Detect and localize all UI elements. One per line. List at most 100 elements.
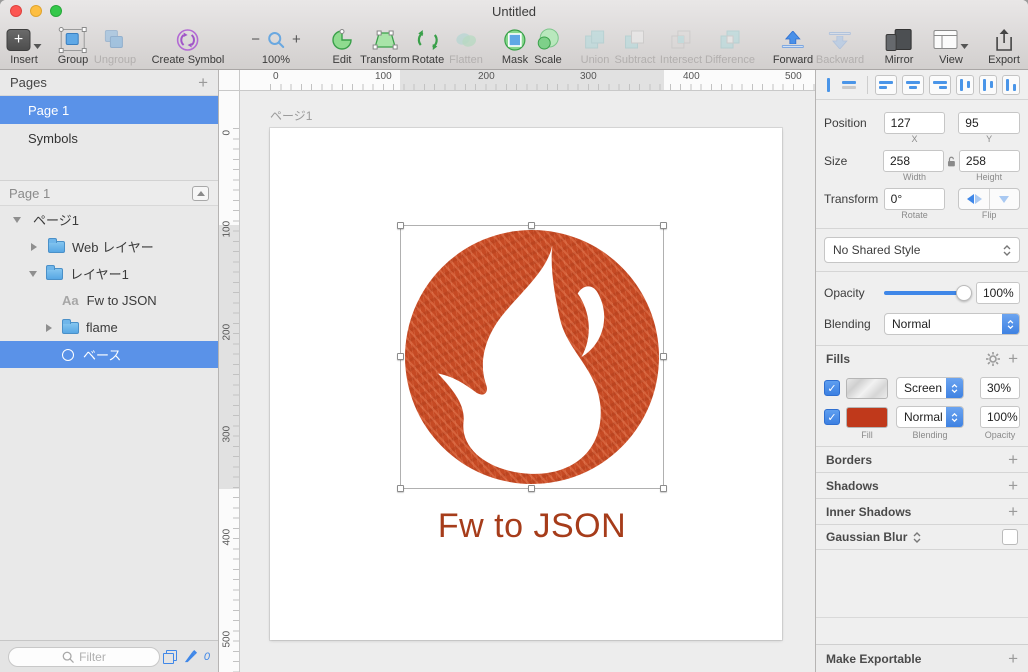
fill-enabled-checkbox[interactable]: ✓	[824, 380, 840, 396]
flip-vertical-button[interactable]	[989, 189, 1019, 209]
texture-fill-swatch[interactable]	[846, 378, 888, 399]
ruler-tick-label: 400	[222, 534, 233, 546]
ruler-tick-label: 300	[222, 431, 233, 443]
layer-row-artboard[interactable]: ページ1	[0, 206, 218, 233]
edit-button[interactable]: Edit	[330, 26, 354, 70]
add-shadow-button[interactable]: +	[1008, 476, 1018, 496]
rotate-field[interactable]: 0°	[884, 188, 946, 210]
vertical-ruler[interactable]: 0 100 200 300 400 500	[219, 91, 240, 672]
distribute-horizontally-button[interactable]	[824, 75, 834, 95]
add-fill-button[interactable]: +	[1008, 349, 1018, 369]
add-page-button[interactable]: +	[198, 73, 208, 93]
size-width-field[interactable]: 258	[883, 150, 944, 172]
window-title: Untitled	[0, 4, 1028, 19]
group-button[interactable]: Group	[58, 26, 89, 70]
disclosure-open-icon[interactable]	[13, 217, 21, 223]
gaussian-blur-checkbox[interactable]	[1002, 529, 1018, 545]
lock-icon[interactable]	[947, 156, 956, 167]
zoom-out-icon[interactable]: −	[251, 31, 260, 48]
slices-toggle-icon[interactable]	[163, 650, 177, 664]
align-top-button[interactable]	[956, 75, 974, 95]
resize-handle[interactable]	[397, 485, 404, 492]
flip-control[interactable]	[958, 188, 1020, 210]
opacity-value-field[interactable]: 100%	[976, 282, 1020, 304]
create-symbol-button[interactable]: Create Symbol	[152, 26, 225, 70]
size-height-field[interactable]: 258	[959, 150, 1020, 172]
add-export-button[interactable]: +	[1008, 649, 1018, 669]
ruler-tick-label: 500	[222, 636, 233, 648]
position-x-field[interactable]: 127	[884, 112, 946, 134]
align-left-button[interactable]	[875, 75, 897, 95]
rotate-button[interactable]: Rotate	[412, 26, 444, 70]
layer-list-header: Page 1	[0, 180, 218, 206]
align-bottom-button[interactable]	[1002, 75, 1020, 95]
fill-blending-select[interactable]: Screen	[896, 377, 964, 399]
zoom-control[interactable]: − + 100%	[251, 26, 301, 70]
layer-row-web-layer[interactable]: Web レイヤー	[0, 233, 218, 260]
titlebar[interactable]: Untitled	[0, 0, 1028, 22]
align-middle-v-button[interactable]	[979, 75, 997, 95]
insert-button[interactable]: + Insert	[7, 26, 42, 70]
page-item-symbols[interactable]: Symbols	[0, 124, 218, 152]
folder-icon	[46, 268, 63, 280]
selection-box[interactable]	[400, 225, 664, 489]
artboard-preview-toggle[interactable]	[192, 186, 209, 201]
export-icon	[994, 26, 1014, 53]
horizontal-ruler[interactable]: 0 100 200 300 400 500	[240, 70, 815, 91]
fill-enabled-checkbox[interactable]: ✓	[824, 409, 840, 425]
align-right-button[interactable]	[929, 75, 951, 95]
layer-row-fw-to-json[interactable]: Aa Fw to JSON	[0, 287, 218, 314]
export-button[interactable]: Export	[988, 26, 1020, 70]
view-button[interactable]: View	[934, 26, 969, 70]
resize-handle[interactable]	[397, 353, 404, 360]
transform-button[interactable]: Transform	[360, 26, 410, 70]
fill-opacity-field[interactable]: 100%	[980, 406, 1020, 428]
group-icon	[60, 28, 86, 52]
forward-button[interactable]: Forward	[773, 26, 813, 70]
disclosure-open-icon[interactable]	[29, 271, 37, 277]
add-border-button[interactable]: +	[1008, 450, 1018, 470]
resize-handle[interactable]	[528, 485, 535, 492]
resize-handle[interactable]	[660, 222, 667, 229]
resize-handle[interactable]	[660, 353, 667, 360]
disclosure-closed-icon[interactable]	[31, 243, 37, 251]
shared-style-select[interactable]: No Shared Style	[824, 237, 1020, 263]
scale-button[interactable]: Scale	[534, 26, 562, 70]
align-center-h-button[interactable]	[902, 75, 924, 95]
pen-icon[interactable]	[183, 649, 198, 664]
artboard-title[interactable]: ページ1	[270, 107, 312, 124]
inner-shadows-header: Inner Shadows +	[816, 498, 1028, 524]
flip-horizontal-button[interactable]	[959, 189, 988, 209]
chevron-down-icon	[34, 44, 42, 49]
filter-input[interactable]: Filter	[8, 647, 160, 667]
opacity-row: Opacity 100%	[816, 282, 1028, 304]
ruler-tick-label: 300	[580, 71, 597, 82]
color-fill-swatch[interactable]	[846, 407, 888, 428]
distribute-vertically-button[interactable]	[839, 75, 859, 95]
position-y-field[interactable]: 95	[958, 112, 1020, 134]
gear-icon[interactable]	[986, 352, 1000, 366]
blending-select[interactable]: Normal	[884, 313, 1020, 335]
fill-blending-select[interactable]: Normal	[896, 406, 964, 428]
mirror-button[interactable]: Mirror	[885, 26, 914, 70]
opacity-slider[interactable]	[884, 291, 964, 295]
layer-row-layer1[interactable]: レイヤー1	[0, 260, 218, 287]
resize-handle[interactable]	[397, 222, 404, 229]
add-inner-shadow-button[interactable]: +	[1008, 502, 1018, 522]
layer-row-flame[interactable]: flame	[0, 314, 218, 341]
canvas-logo-text[interactable]: Fw to JSON	[400, 507, 664, 546]
chevron-up-down-icon[interactable]	[913, 532, 921, 543]
fill-row-texture: ✓ Screen 30%	[816, 377, 1028, 399]
flame-logo-circle[interactable]	[405, 230, 659, 484]
canvas-area[interactable]: 0 100 200 300 400 500 0 100 200 300 400 …	[219, 70, 815, 672]
resize-handle[interactable]	[528, 222, 535, 229]
zoom-in-icon[interactable]: +	[292, 31, 301, 48]
pages-header: Pages +	[0, 70, 218, 96]
layer-row-base[interactable]: ベース	[0, 341, 218, 368]
fill-opacity-field[interactable]: 30%	[980, 377, 1020, 399]
resize-handle[interactable]	[660, 485, 667, 492]
disclosure-closed-icon[interactable]	[46, 324, 52, 332]
mask-button[interactable]: Mask	[502, 26, 528, 70]
make-exportable-row[interactable]: Make Exportable +	[816, 644, 1028, 672]
page-item-page1[interactable]: Page 1	[0, 96, 218, 124]
